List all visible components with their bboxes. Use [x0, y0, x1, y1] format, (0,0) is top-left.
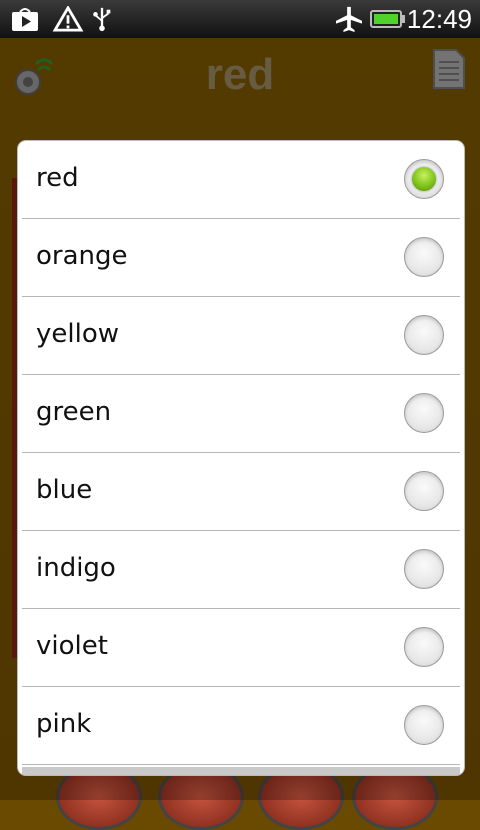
status-time: 12:49 [406, 4, 472, 34]
option-label: indigo [36, 553, 116, 583]
option-label: green [36, 397, 112, 427]
warning-icon [52, 6, 84, 32]
airplane-icon [336, 6, 362, 32]
radio-button-selected[interactable] [404, 159, 444, 199]
radio-button[interactable] [404, 549, 444, 589]
play-store-icon [12, 8, 38, 31]
option-green[interactable]: green [22, 375, 460, 453]
usb-icon [93, 7, 111, 32]
option-label: yellow [36, 319, 120, 349]
option-label: pink [36, 709, 92, 739]
option-orange[interactable]: orange [22, 219, 460, 297]
option-blue[interactable]: blue [22, 453, 460, 531]
radio-button[interactable] [404, 627, 444, 667]
option-red[interactable]: red [22, 141, 460, 219]
option-label: red [36, 163, 79, 193]
radio-button[interactable] [404, 393, 444, 433]
battery-icon [370, 10, 405, 28]
dialog-scroll-edge [22, 767, 460, 775]
radio-button[interactable] [404, 315, 444, 355]
color-choice-dialog: red orange yellow green blue indigo viol… [18, 141, 464, 775]
status-bar: 12:49 [0, 0, 480, 38]
option-pink[interactable]: pink [22, 687, 460, 765]
option-yellow[interactable]: yellow [22, 297, 460, 375]
radio-button[interactable] [404, 237, 444, 277]
radio-button[interactable] [404, 705, 444, 745]
option-indigo[interactable]: indigo [22, 531, 460, 609]
option-label: blue [36, 475, 93, 505]
option-label: violet [36, 631, 108, 661]
option-label: orange [36, 241, 128, 271]
radio-button[interactable] [404, 471, 444, 511]
option-violet[interactable]: violet [22, 609, 460, 687]
